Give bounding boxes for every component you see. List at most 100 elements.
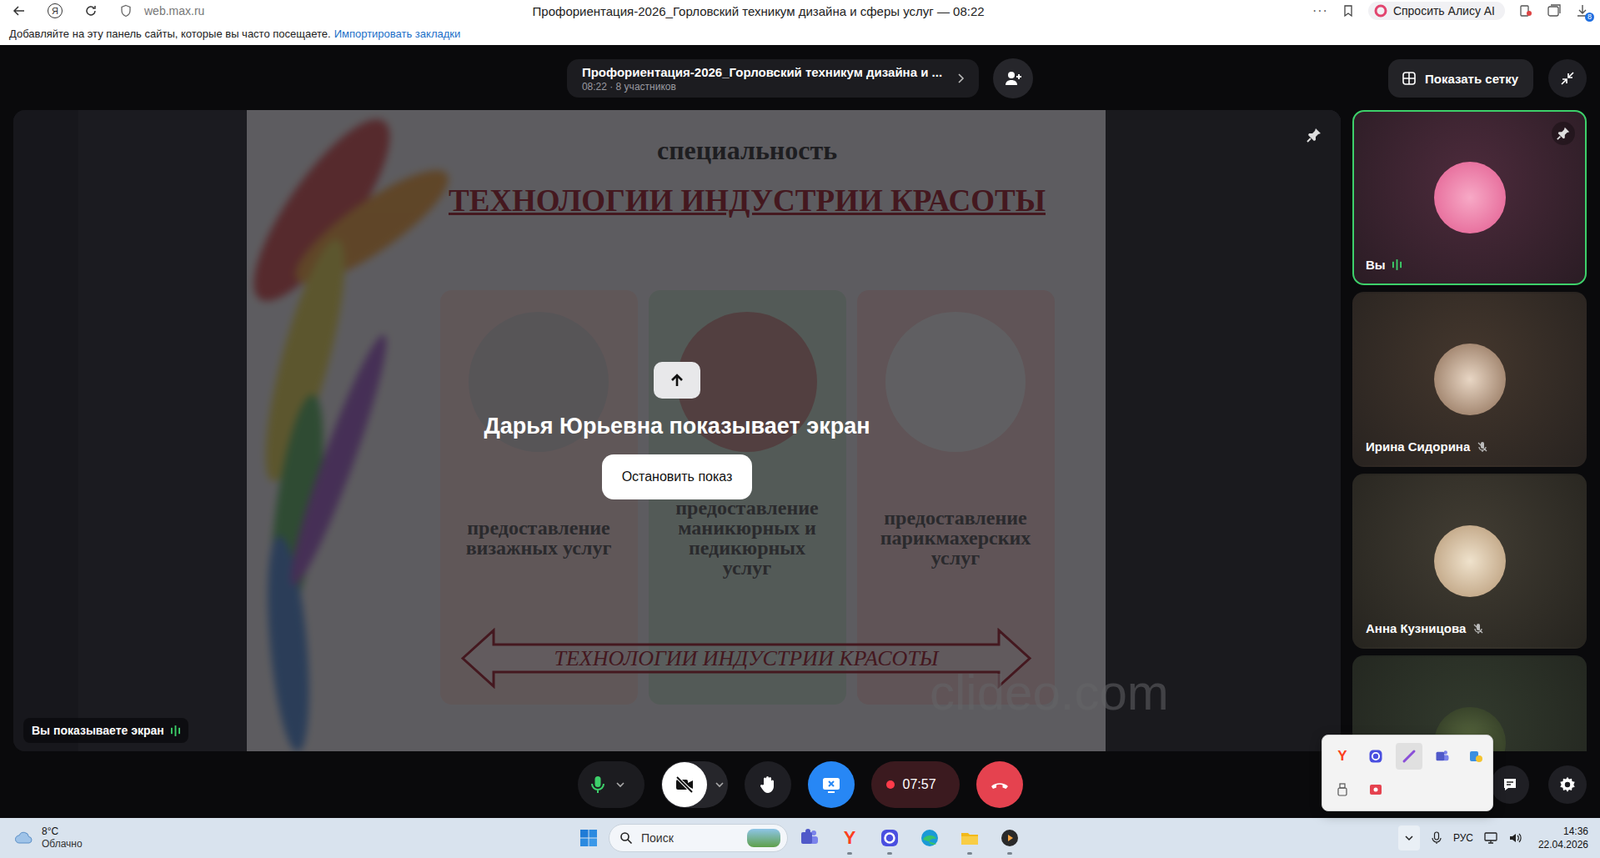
self-sharing-badge: Вы показываете экран <box>23 717 189 743</box>
search-highlight-picture <box>747 828 781 848</box>
weather-temp: 8°C <box>41 825 83 838</box>
microphone-icon[interactable] <box>1429 831 1444 845</box>
tabs-icon[interactable] <box>1546 3 1562 19</box>
pin-button[interactable] <box>1305 126 1323 144</box>
cloud-icon <box>13 827 36 849</box>
tray-icon[interactable]: Y <box>1329 742 1356 770</box>
tray-icon[interactable] <box>1362 742 1390 770</box>
participant-avatar <box>1434 525 1506 597</box>
tray-icon[interactable] <box>1395 742 1423 770</box>
taskbar-app[interactable]: Y <box>831 819 868 857</box>
tray-icon[interactable] <box>1429 742 1456 770</box>
chat-button[interactable] <box>1490 765 1530 804</box>
tray-icon[interactable] <box>1362 776 1390 803</box>
show-grid-button[interactable]: Показать сетку <box>1388 59 1534 98</box>
screen: Я web.max.ru Профориентация-2026_Горловс… <box>0 0 1600 858</box>
tray-overflow-popup: Y <box>1321 734 1494 812</box>
chevron-down-icon <box>1403 832 1415 844</box>
gear-icon <box>1558 775 1577 794</box>
network-icon[interactable] <box>1483 830 1499 846</box>
camera-off-icon <box>674 774 695 795</box>
minimize-icon <box>1559 70 1576 87</box>
screen-share-stage: специальность ТЕХНОЛОГИИ ИНДУСТРИИ КРАСО… <box>13 110 1341 752</box>
raise-hand-button[interactable] <box>744 761 792 808</box>
call-info[interactable]: Профориентация-2026_Горловский техникум … <box>566 59 979 98</box>
speaker-icon[interactable] <box>1508 830 1524 846</box>
language-indicator[interactable]: РУС <box>1453 832 1474 844</box>
taskbar-app[interactable] <box>991 819 1029 857</box>
call-meta: 08:22 · 8 участников <box>581 80 943 93</box>
call-app: Профориентация-2026_Горловский техникум … <box>0 45 1600 818</box>
share-icon <box>653 361 701 399</box>
settings-button[interactable] <box>1548 765 1587 804</box>
running-indicator <box>967 852 973 855</box>
participant-avatar <box>1434 161 1506 234</box>
taskbar-app[interactable] <box>791 819 828 857</box>
start-button[interactable] <box>571 821 606 855</box>
windows-logo-icon <box>579 828 598 848</box>
call-header: Профориентация-2026_Горловский техникум … <box>13 45 1587 111</box>
back-arrow-icon[interactable] <box>12 4 26 18</box>
participant-tile[interactable]: Анна Кузницова <box>1352 473 1587 649</box>
address-field[interactable]: web.max.ru <box>144 4 205 18</box>
show-hidden-icons-button[interactable] <box>1398 825 1420 851</box>
bookmarks-bar: Добавляйте на эту панель сайты, которые … <box>0 21 1600 46</box>
participant-tile[interactable]: Ирина Сидорина <box>1352 291 1587 467</box>
screen-share-button[interactable] <box>807 761 855 808</box>
microphone-icon <box>587 774 608 795</box>
shield-icon[interactable] <box>119 4 133 18</box>
add-person-icon <box>1003 69 1023 88</box>
add-participant-button[interactable] <box>993 58 1034 99</box>
downloads-button[interactable]: 8 <box>1574 3 1590 19</box>
recorder-icon <box>1368 782 1384 798</box>
taskbar-app[interactable] <box>871 819 908 857</box>
yandex-logo: Y <box>1334 748 1350 764</box>
taskbar-app[interactable] <box>951 819 989 857</box>
hang-up-button[interactable] <box>976 761 1024 808</box>
participant-name: Вы <box>1365 257 1402 272</box>
participant-tile[interactable]: Вы <box>1352 110 1587 286</box>
taskbar: 8°C Облачно Поиск Y РУС 14:36 22.04.2026 <box>0 817 1600 858</box>
weather-desc: Облачно <box>41 837 83 851</box>
alice-button[interactable]: Спросить Алису AI <box>1368 1 1505 21</box>
bookmarks-hint: Добавляйте на эту панель сайты, которые … <box>9 27 332 41</box>
weather-widget[interactable]: 8°C Облачно <box>0 825 572 851</box>
recording-indicator[interactable]: 07:57 <box>871 761 960 808</box>
taskbar-app[interactable] <box>911 819 948 857</box>
participant-name: Анна Кузницова <box>1365 621 1485 636</box>
more-button[interactable]: ··· <box>1312 3 1329 19</box>
tray-icon[interactable] <box>1462 742 1490 770</box>
speaking-level-icon <box>1392 259 1402 271</box>
media-player-icon <box>999 827 1020 848</box>
mic-muted-icon <box>1476 441 1489 453</box>
stop-sharing-button[interactable]: Остановить показ <box>601 454 753 500</box>
tray-icon[interactable] <box>1329 776 1356 803</box>
speaking-level-icon <box>170 725 181 737</box>
usb-icon <box>1334 782 1350 798</box>
recording-dot <box>886 780 895 789</box>
clock[interactable]: 14:36 22.04.2026 <box>1538 824 1589 852</box>
browser-bar: Я web.max.ru Профориентация-2026_Горловс… <box>0 0 1600 22</box>
taskbar-search[interactable]: Поиск <box>608 823 788 853</box>
minimize-button[interactable] <box>1548 59 1587 98</box>
grid-icon <box>1401 70 1417 86</box>
camera-button[interactable] <box>661 761 728 808</box>
import-bookmarks-link[interactable]: Импортировать закладки <box>334 27 462 41</box>
call-title: Профориентация-2026_Горловский техникум … <box>581 65 943 80</box>
yandex-logo[interactable]: Я <box>47 3 63 19</box>
microphone-button[interactable] <box>577 761 645 808</box>
pin-icon <box>1305 126 1323 144</box>
reload-icon[interactable] <box>84 4 98 18</box>
chevron-down-icon[interactable] <box>713 778 726 791</box>
bookmark-icon[interactable] <box>1341 4 1355 18</box>
page-title: Профориентация-2026_Горловский техникум … <box>204 4 1313 19</box>
chevron-right-icon <box>953 71 968 86</box>
presenter-message: Дарья Юрьевна показывает экран <box>484 413 871 440</box>
running-indicator <box>887 852 893 855</box>
search-icon <box>619 831 633 845</box>
chevron-down-icon[interactable] <box>614 778 627 791</box>
vpn-icon <box>1468 748 1484 764</box>
browser-nav: Я web.max.ru <box>12 3 205 19</box>
extension-icon[interactable] <box>1518 3 1534 19</box>
pin-button[interactable] <box>1551 121 1575 146</box>
